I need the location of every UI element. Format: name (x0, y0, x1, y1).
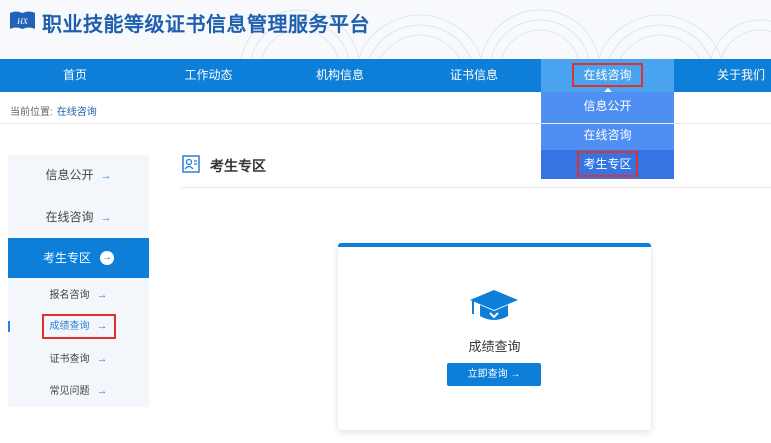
sidebar-item-label: 考生专区 (42, 251, 91, 265)
main-nav: 首页 工作动态 机构信息 证书信息 在线咨询 关于我们 (0, 59, 771, 92)
circle-arrow-right-icon: → (100, 250, 114, 265)
arrow-right-icon: → (100, 212, 112, 224)
arrow-right-icon: → (100, 170, 112, 182)
sidebar-subitem-label: 常见问题 (49, 386, 90, 397)
platform-logo-icon: HX (10, 11, 35, 29)
breadcrumb-divider (0, 123, 771, 124)
dropdown-item-label: 在线咨询 (583, 128, 632, 142)
logo-text: HX (16, 17, 29, 26)
nav-dropdown-menu: 信息公开 在线咨询 考生专区 (541, 92, 674, 179)
sidebar-subitem-registration-consulting[interactable]: 报名咨询 → (8, 279, 149, 311)
sidebar-item-label: 在线咨询 (45, 210, 94, 224)
breadcrumb-prefix: 当前位置: (10, 107, 53, 118)
breadcrumb: 当前位置: 在线咨询 (10, 103, 97, 118)
sidebar-item-online-consulting[interactable]: 在线咨询 → (8, 197, 149, 237)
nav-item-label: 机构信息 (315, 68, 364, 82)
site-title: 职业技能等级证书信息管理服务平台 (42, 14, 370, 36)
arrow-right-icon: → (96, 353, 108, 365)
nav-item-label: 关于我们 (716, 68, 765, 82)
sidebar-subitem-label: 报名咨询 (49, 290, 90, 301)
highlight-box: 成绩查询 → (41, 314, 116, 339)
user-certificate-icon (182, 155, 200, 173)
card-title: 成绩查询 (468, 339, 521, 354)
nav-item-home[interactable]: 首页 (0, 59, 150, 92)
sidebar-subitem-label: 成绩查询 (49, 321, 90, 332)
site-header: HX 职业技能等级证书信息管理服务平台 (0, 0, 771, 59)
dropdown-item-online-consulting[interactable]: 在线咨询 (541, 121, 674, 150)
nav-item-label: 首页 (62, 68, 87, 82)
graduation-cap-icon (470, 290, 518, 320)
nav-item-about-us[interactable]: 关于我们 (674, 59, 771, 92)
nav-item-label: 工作动态 (184, 68, 233, 82)
nav-item-label: 证书信息 (449, 68, 498, 82)
sidebar-subitem-faq[interactable]: 常见问题 → (8, 375, 149, 407)
sidebar-item-candidate-zone[interactable]: 考生专区 → (8, 238, 149, 278)
nav-item-certificates[interactable]: 证书信息 (413, 59, 535, 92)
sidebar-item-label: 信息公开 (45, 168, 94, 182)
breadcrumb-current-link[interactable]: 在线咨询 (57, 107, 97, 118)
section-title: 考生专区 (210, 158, 266, 174)
sidebar: 信息公开 → 在线咨询 → 考生专区 → 报名咨询 → 成绩查询 → 证书查询 → 常见问题… (8, 155, 149, 407)
dropdown-item-candidate-zone[interactable]: 考生专区 (541, 150, 674, 179)
dropdown-item-label: 考生专区 (577, 151, 638, 177)
dropdown-item-info-disclosure[interactable]: 信息公开 (541, 92, 674, 121)
dropdown-item-label: 信息公开 (583, 99, 632, 113)
sidebar-item-info-disclosure[interactable]: 信息公开 → (8, 155, 149, 195)
nav-item-organizations[interactable]: 机构信息 (267, 59, 413, 92)
nav-item-work-news[interactable]: 工作动态 (150, 59, 267, 92)
sidebar-active-marker (8, 321, 10, 332)
score-query-card: 成绩查询 立即查询 → (338, 243, 651, 430)
arrow-right-icon: → (96, 289, 108, 301)
sidebar-subitem-score-query[interactable]: 成绩查询 → (8, 311, 149, 343)
section-divider (181, 187, 771, 188)
arrow-right-icon: → (96, 320, 108, 332)
query-now-button[interactable]: 立即查询 → (447, 363, 541, 386)
nav-item-label: 在线咨询 (572, 63, 643, 87)
arrow-right-icon: → (96, 385, 108, 397)
nav-item-online-consulting[interactable]: 在线咨询 (541, 59, 674, 92)
sidebar-subitem-label: 证书查询 (49, 354, 90, 365)
sidebar-subitem-certificate-query[interactable]: 证书查询 → (8, 343, 149, 375)
